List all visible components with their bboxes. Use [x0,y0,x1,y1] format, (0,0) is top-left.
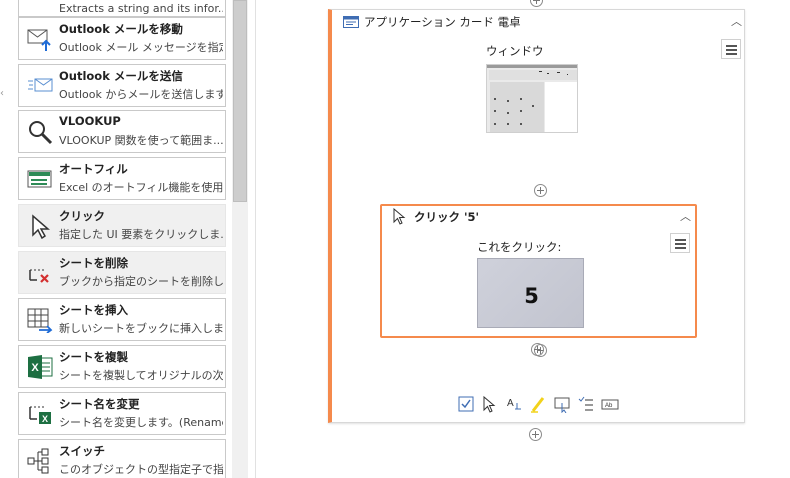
activity-desc: Outlook からメールを送信します... [59,88,223,101]
svg-text:Ab: Ab [605,403,613,409]
hover-icon[interactable] [553,395,571,413]
click-icon[interactable] [481,395,499,413]
activity-desc: このオブジェクトの型指定子で指... [59,463,223,476]
activity-item-click[interactable]: クリック 指定した UI 要素をクリックしま... [18,204,226,247]
activity-title: シートを挿入 [59,303,128,317]
target-button-text: 5 [524,284,539,308]
activity-title: オートフィル [59,162,128,176]
activity-title: クリック [59,209,105,223]
activity-item-outlook-move[interactable]: Outlook メールを移動 Outlook メール メッセージを指定... [18,17,226,60]
application-card-title: アプリケーション カード 電卓 [364,15,521,29]
activity-title: シートを削除 [59,256,128,270]
menu-icon[interactable] [670,233,690,253]
activity-title: Outlook メールを移動 [59,22,183,36]
activity-title: スイッチ [59,444,105,458]
activity-desc: 指定した UI 要素をクリックしま... [59,228,223,241]
window-screenshot[interactable] [486,64,578,133]
panel-collapse-glyph[interactable]: ‹ [0,88,4,99]
delete-sheet-icon [29,269,49,283]
mail-move-icon [27,29,51,51]
activity-item-copy-sheet[interactable]: X シートを複製 シートを複製してオリジナルの次... [18,345,226,388]
calculator-screenshot-thumbnail [487,65,577,132]
window-icon [343,16,359,28]
collapse-chevron-icon[interactable]: ︿ [731,13,742,29]
switch-icon [27,448,49,474]
magnifier-icon [29,121,53,145]
activity-item-extract[interactable]: Extracts a string and its infor... [18,0,226,17]
target-element-screenshot[interactable]: 5 [477,258,584,328]
menu-icon[interactable] [721,39,741,59]
add-activity-plus-icon[interactable] [531,343,544,356]
activity-desc: Excel のオートフィル機能を使用... [59,181,223,194]
cursor-icon [32,214,51,239]
text-field-icon[interactable]: Ab [601,395,619,413]
activity-desc: シート名を変更します。(Rename... [59,416,223,429]
click-activity-title: クリック '5' [414,210,480,224]
window-label: ウィンドウ [486,44,544,58]
svg-text:X: X [31,362,39,374]
activity-item-insert-sheet[interactable]: シートを挿入 新しいシートをブックに挿入します... [18,298,226,341]
activity-toolbar: A Ab [457,395,627,413]
mail-send-icon [28,78,53,92]
collapse-chevron-icon[interactable]: ︿ [680,208,691,224]
activity-item-outlook-send[interactable]: Outlook メールを送信 Outlook からメールを送信します... [18,64,226,107]
activity-title: Outlook メールを送信 [59,69,183,83]
activity-title: VLOOKUP [59,114,121,128]
activity-item-vlookup[interactable]: VLOOKUP VLOOKUP 関数を使って範囲ま... [18,110,226,153]
activity-title: シート名を変更 [59,397,140,411]
designer-window: ‹ Extracts a string and its infor... Out… [0,0,790,478]
click-target-label: これをクリック: [477,240,562,254]
activity-desc: VLOOKUP 関数を使って範囲ま... [59,134,223,147]
activity-item-delete-sheet[interactable]: シートを削除 ブックから指定のシートを削除し... [18,251,226,294]
activity-desc: Outlook メール メッセージを指定... [59,41,223,54]
add-activity-plus-icon[interactable] [534,184,547,197]
activity-item-rename-sheet[interactable]: X シート名を変更 シート名を変更します。(Rename... [18,392,226,435]
activity-item-switch[interactable]: スイッチ このオブジェクトの型指定子で指... [18,439,226,478]
scrollbar-thumb[interactable] [233,0,247,202]
check-list-icon[interactable] [577,395,595,413]
activities-panel: ‹ Extracts a string and its infor... Out… [0,0,256,478]
activity-desc: ブックから指定のシートを削除し... [59,275,223,288]
excel-icon: X [28,355,53,379]
activity-desc: Extracts a string and its infor... [59,2,223,15]
click-activity-card[interactable]: クリック '5' ︿ これをクリック: 5 [380,204,697,338]
checkbox-icon[interactable] [457,395,475,413]
type-into-icon[interactable]: A [505,395,523,413]
activity-desc: 新しいシートをブックに挿入します... [59,322,223,335]
rename-sheet-icon: X [29,406,51,424]
svg-text:X: X [42,414,48,424]
add-activity-plus-icon[interactable] [529,428,542,441]
activity-item-autofill[interactable]: オートフィル Excel のオートフィル機能を使用... [18,157,226,200]
activity-title: シートを複製 [59,350,128,364]
activity-desc: シートを複製してオリジナルの次... [59,369,223,382]
autofill-icon [27,170,52,188]
svg-text:A: A [507,398,514,409]
insert-sheet-icon [27,308,53,333]
activities-scrollbar[interactable] [232,0,248,478]
highlight-icon[interactable] [529,395,547,413]
cursor-icon [393,208,406,225]
add-activity-plus-icon[interactable] [530,0,543,7]
